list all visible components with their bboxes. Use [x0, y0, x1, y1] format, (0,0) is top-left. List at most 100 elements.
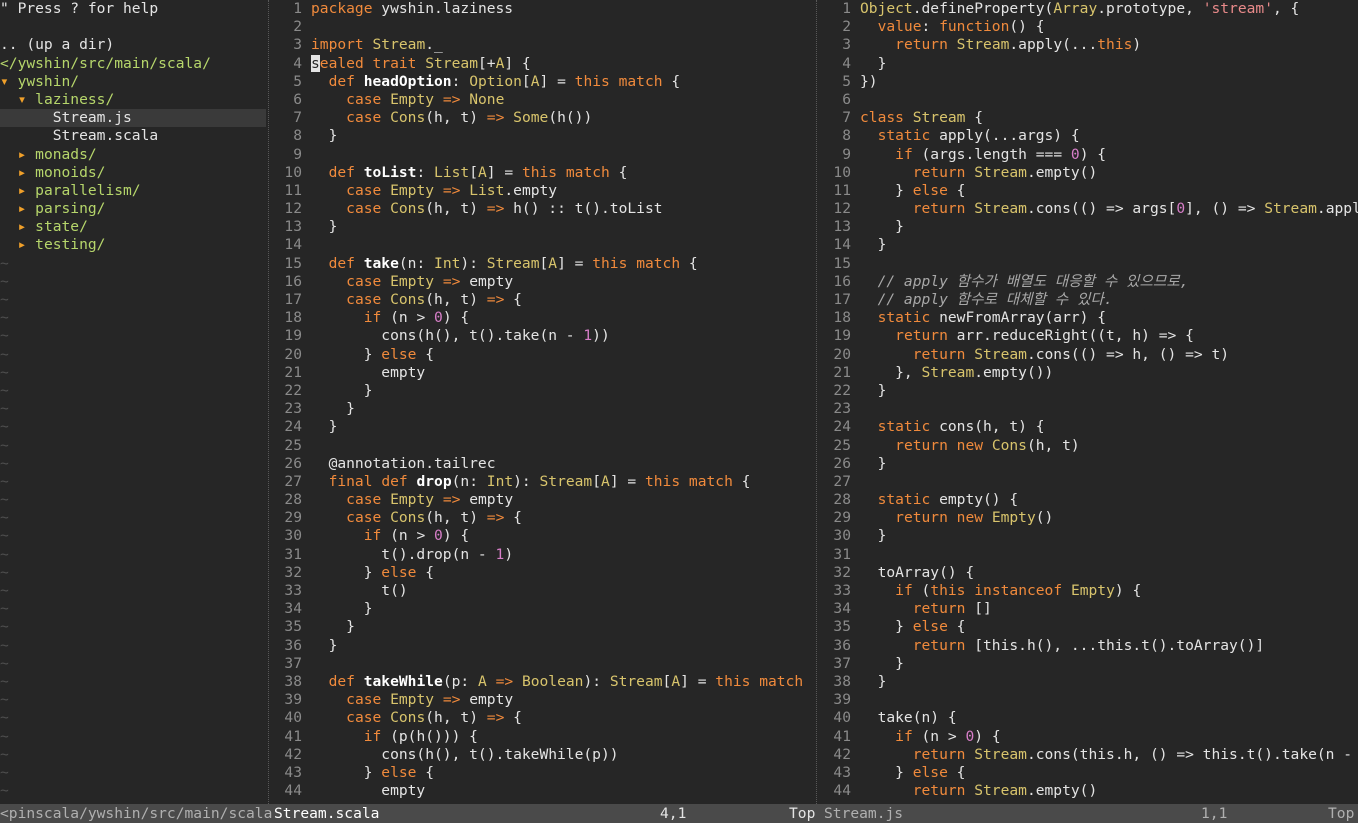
code-line[interactable]: 24 }	[272, 418, 812, 436]
code-line[interactable]: 28 case Empty => empty	[272, 491, 812, 509]
file-tree-pane[interactable]: " Press ? for help .. (up a dir) </ywshi…	[0, 0, 266, 804]
code-line[interactable]: 40 case Cons(h, t) => {	[272, 709, 812, 727]
code-line[interactable]: 44 empty	[272, 782, 812, 800]
code-line[interactable]: 32 } else {	[272, 564, 812, 582]
code-line[interactable]: 27 final def drop(n: Int): Stream[A] = t…	[272, 473, 812, 491]
code-line[interactable]: 10 return Stream.empty()	[821, 164, 1358, 182]
code-line[interactable]: 34 }	[272, 600, 812, 618]
code-line[interactable]: 6	[821, 91, 1358, 109]
code-line[interactable]: 6 case Empty => None	[272, 91, 812, 109]
code-line[interactable]: 37 }	[821, 655, 1358, 673]
code-line[interactable]: 29 return new Empty()	[821, 509, 1358, 527]
tree-file-item[interactable]: Stream.scala	[0, 127, 266, 145]
tree-up-dir[interactable]: .. (up a dir)	[0, 36, 266, 54]
code-line[interactable]: 33 if (this instanceof Empty) {	[821, 582, 1358, 600]
code-line[interactable]: 14 }	[821, 236, 1358, 254]
code-line[interactable]: 20 return Stream.cons(() => h, () => t)	[821, 346, 1358, 364]
code-line[interactable]: 2 value: function() {	[821, 18, 1358, 36]
code-line[interactable]: 43 } else {	[272, 764, 812, 782]
code-line[interactable]: 4 }	[821, 55, 1358, 73]
code-line[interactable]: 30 }	[821, 527, 1358, 545]
code-line[interactable]: 17 // apply 함수로 대체할 수 있다.	[821, 291, 1358, 309]
code-line[interactable]: 18 static newFromArray(arr) {	[821, 309, 1358, 327]
code-line[interactable]: 14	[272, 236, 812, 254]
code-line[interactable]: 3 import Stream._	[272, 36, 812, 54]
code-line[interactable]: 42 return Stream.cons(this.h, () => this…	[821, 746, 1358, 764]
code-line[interactable]: 35 } else {	[821, 618, 1358, 636]
code-line[interactable]: 41 if (p(h())) {	[272, 728, 812, 746]
code-line[interactable]: 20 } else {	[272, 346, 812, 364]
code-line[interactable]: 22 }	[272, 382, 812, 400]
code-line[interactable]: 13 }	[821, 218, 1358, 236]
code-line[interactable]: 36 }	[272, 637, 812, 655]
code-line[interactable]: 9 if (args.length === 0) {	[821, 146, 1358, 164]
code-line[interactable]: 21 empty	[272, 364, 812, 382]
code-line[interactable]: 12 case Cons(h, t) => h() :: t().toList	[272, 200, 812, 218]
code-line[interactable]: 19 cons(h(), t().take(n - 1))	[272, 327, 812, 345]
code-line[interactable]: 4 sealed trait Stream[+A] {	[272, 54, 812, 73]
code-line[interactable]: 10 def toList: List[A] = this match {	[272, 164, 812, 182]
code-line[interactable]: 11 case Empty => List.empty	[272, 182, 812, 200]
code-line[interactable]: 18 if (n > 0) {	[272, 309, 812, 327]
code-line[interactable]: 44 return Stream.empty()	[821, 782, 1358, 800]
editor-pane-scala[interactable]: 1 package ywshin.laziness 2 3 import Stream.…	[272, 0, 812, 804]
code-line[interactable]: 35 }	[272, 618, 812, 636]
tree-current-path[interactable]: </ywshin/src/main/scala/	[0, 55, 266, 73]
code-line[interactable]: 21 }, Stream.empty())	[821, 364, 1358, 382]
code-line[interactable]: 29 case Cons(h, t) => {	[272, 509, 812, 527]
code-line[interactable]: 5})	[821, 73, 1358, 91]
code-line[interactable]: 23 }	[272, 400, 812, 418]
code-line[interactable]: 9	[272, 146, 812, 164]
code-line[interactable]: 33 t()	[272, 582, 812, 600]
tree-dir-item[interactable]: ▸ monoids/	[0, 164, 266, 182]
code-line[interactable]: 41 if (n > 0) {	[821, 728, 1358, 746]
code-line[interactable]: 28 static empty() {	[821, 491, 1358, 509]
code-line[interactable]: 38 def takeWhile(p: A => Boolean): Strea…	[272, 673, 812, 691]
code-line[interactable]: 43 } else {	[821, 764, 1358, 782]
code-line[interactable]: 5 def headOption: Option[A] = this match…	[272, 73, 812, 91]
tree-dir-item[interactable]: ▸ testing/	[0, 236, 266, 254]
editor-pane-js[interactable]: 1 Object.defineProperty(Array.prototype, …	[821, 0, 1358, 804]
code-line[interactable]: 2	[272, 18, 812, 36]
code-line[interactable]: 16 // apply 함수가 배열도 대응할 수 있으므로,	[821, 273, 1358, 291]
code-line[interactable]: 12 return Stream.cons(() => args[0], () …	[821, 200, 1358, 218]
code-line[interactable]: 3 return Stream.apply(...this)	[821, 36, 1358, 54]
code-line[interactable]: 34 return []	[821, 600, 1358, 618]
code-line[interactable]: 32 toArray() {	[821, 564, 1358, 582]
tree-dir-item[interactable]: ▸ parallelism/	[0, 182, 266, 200]
code-line[interactable]: 19 return arr.reduceRight((t, h) => {	[821, 327, 1358, 345]
code-line[interactable]: 42 cons(h(), t().takeWhile(p))	[272, 746, 812, 764]
code-line[interactable]: 39	[821, 691, 1358, 709]
code-line[interactable]: 8 static apply(...args) {	[821, 127, 1358, 145]
code-line[interactable]: 26 }	[821, 455, 1358, 473]
code-line[interactable]: 1 Object.defineProperty(Array.prototype, …	[821, 0, 1358, 18]
code-line[interactable]: 15 def take(n: Int): Stream[A] = this ma…	[272, 255, 812, 273]
code-line[interactable]: 25	[272, 437, 812, 455]
code-line[interactable]: 38 }	[821, 673, 1358, 691]
code-line[interactable]: 31	[821, 546, 1358, 564]
code-line[interactable]: 17 case Cons(h, t) => {	[272, 291, 812, 309]
code-line[interactable]: 27	[821, 473, 1358, 491]
code-line[interactable]: 7 case Cons(h, t) => Some(h())	[272, 109, 812, 127]
tree-dir-item[interactable]: ▸ monads/	[0, 146, 266, 164]
code-line[interactable]: 24 static cons(h, t) {	[821, 418, 1358, 436]
code-line[interactable]: 40 take(n) {	[821, 709, 1358, 727]
code-line[interactable]: 25 return new Cons(h, t)	[821, 437, 1358, 455]
code-line[interactable]: 16 case Empty => empty	[272, 273, 812, 291]
tree-dir-item[interactable]: ▾ ywshin/	[0, 73, 266, 91]
code-line[interactable]: 8 }	[272, 127, 812, 145]
code-line[interactable]: 37	[272, 655, 812, 673]
code-line[interactable]: 15	[821, 255, 1358, 273]
code-line[interactable]: 7 class Stream {	[821, 109, 1358, 127]
code-line[interactable]: 31 t().drop(n - 1)	[272, 546, 812, 564]
code-line[interactable]: 11 } else {	[821, 182, 1358, 200]
tree-dir-item[interactable]: ▾ laziness/	[0, 91, 266, 109]
code-line[interactable]: 30 if (n > 0) {	[272, 527, 812, 545]
code-line[interactable]: 13 }	[272, 218, 812, 236]
code-line[interactable]: 23	[821, 400, 1358, 418]
code-line[interactable]: 36 return [this.h(), ...this.t().toArray…	[821, 637, 1358, 655]
tree-dir-item[interactable]: ▸ state/	[0, 218, 266, 236]
code-line[interactable]: 1 package ywshin.laziness	[272, 0, 812, 18]
tree-file-item[interactable]: Stream.js	[0, 109, 266, 128]
code-line[interactable]: 39 case Empty => empty	[272, 691, 812, 709]
